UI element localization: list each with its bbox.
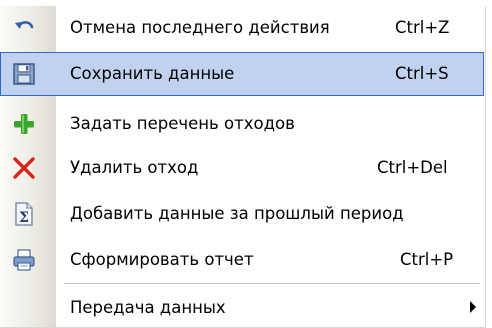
menu-item-undo[interactable]: Отмена последнего действия Ctrl+Z: [0, 6, 484, 50]
submenu-arrow-icon: [470, 301, 476, 313]
menu-item-label: Отмена последнего действия: [70, 18, 330, 37]
menu-item-shortcut: Ctrl+P: [400, 250, 454, 269]
menu-item-label: Задать перечень отходов: [70, 114, 295, 133]
menu-item-shortcut: Ctrl+Z: [395, 18, 450, 37]
menu-item-label: Добавить данные за прошлый период: [70, 204, 404, 223]
menu-item-label: Сохранить данные: [70, 64, 235, 83]
menu-separator: [64, 283, 480, 284]
menu-item-save[interactable]: Сохранить данные Ctrl+S: [0, 52, 484, 96]
menu-item-shortcut: Ctrl+S: [395, 64, 449, 83]
print-icon: [10, 246, 38, 274]
save-icon: [10, 60, 38, 88]
delete-icon: [10, 154, 38, 182]
menu-item-data-transfer[interactable]: Передача данных: [0, 286, 484, 328]
menu-item-delete-waste[interactable]: Удалить отход Ctrl+Del: [0, 146, 484, 190]
sum-icon: Σ: [10, 200, 38, 228]
menu-item-add-previous-period[interactable]: Σ Добавить данные за прошлый период: [0, 192, 484, 236]
context-menu: Отмена последнего действия Ctrl+Z Сохран…: [0, 6, 486, 328]
menu-item-label: Передача данных: [70, 298, 226, 317]
menu-item-set-waste-list[interactable]: Задать перечень отходов: [0, 102, 484, 146]
svg-text:Σ: Σ: [19, 210, 29, 226]
menu-item-label: Удалить отход: [70, 158, 199, 177]
menu-item-generate-report[interactable]: Сформировать отчет Ctrl+P: [0, 238, 484, 282]
add-icon: [10, 110, 38, 138]
menu-item-shortcut: Ctrl+Del: [377, 158, 448, 177]
menu-item-label: Сформировать отчет: [70, 250, 254, 269]
undo-icon: [10, 14, 38, 42]
